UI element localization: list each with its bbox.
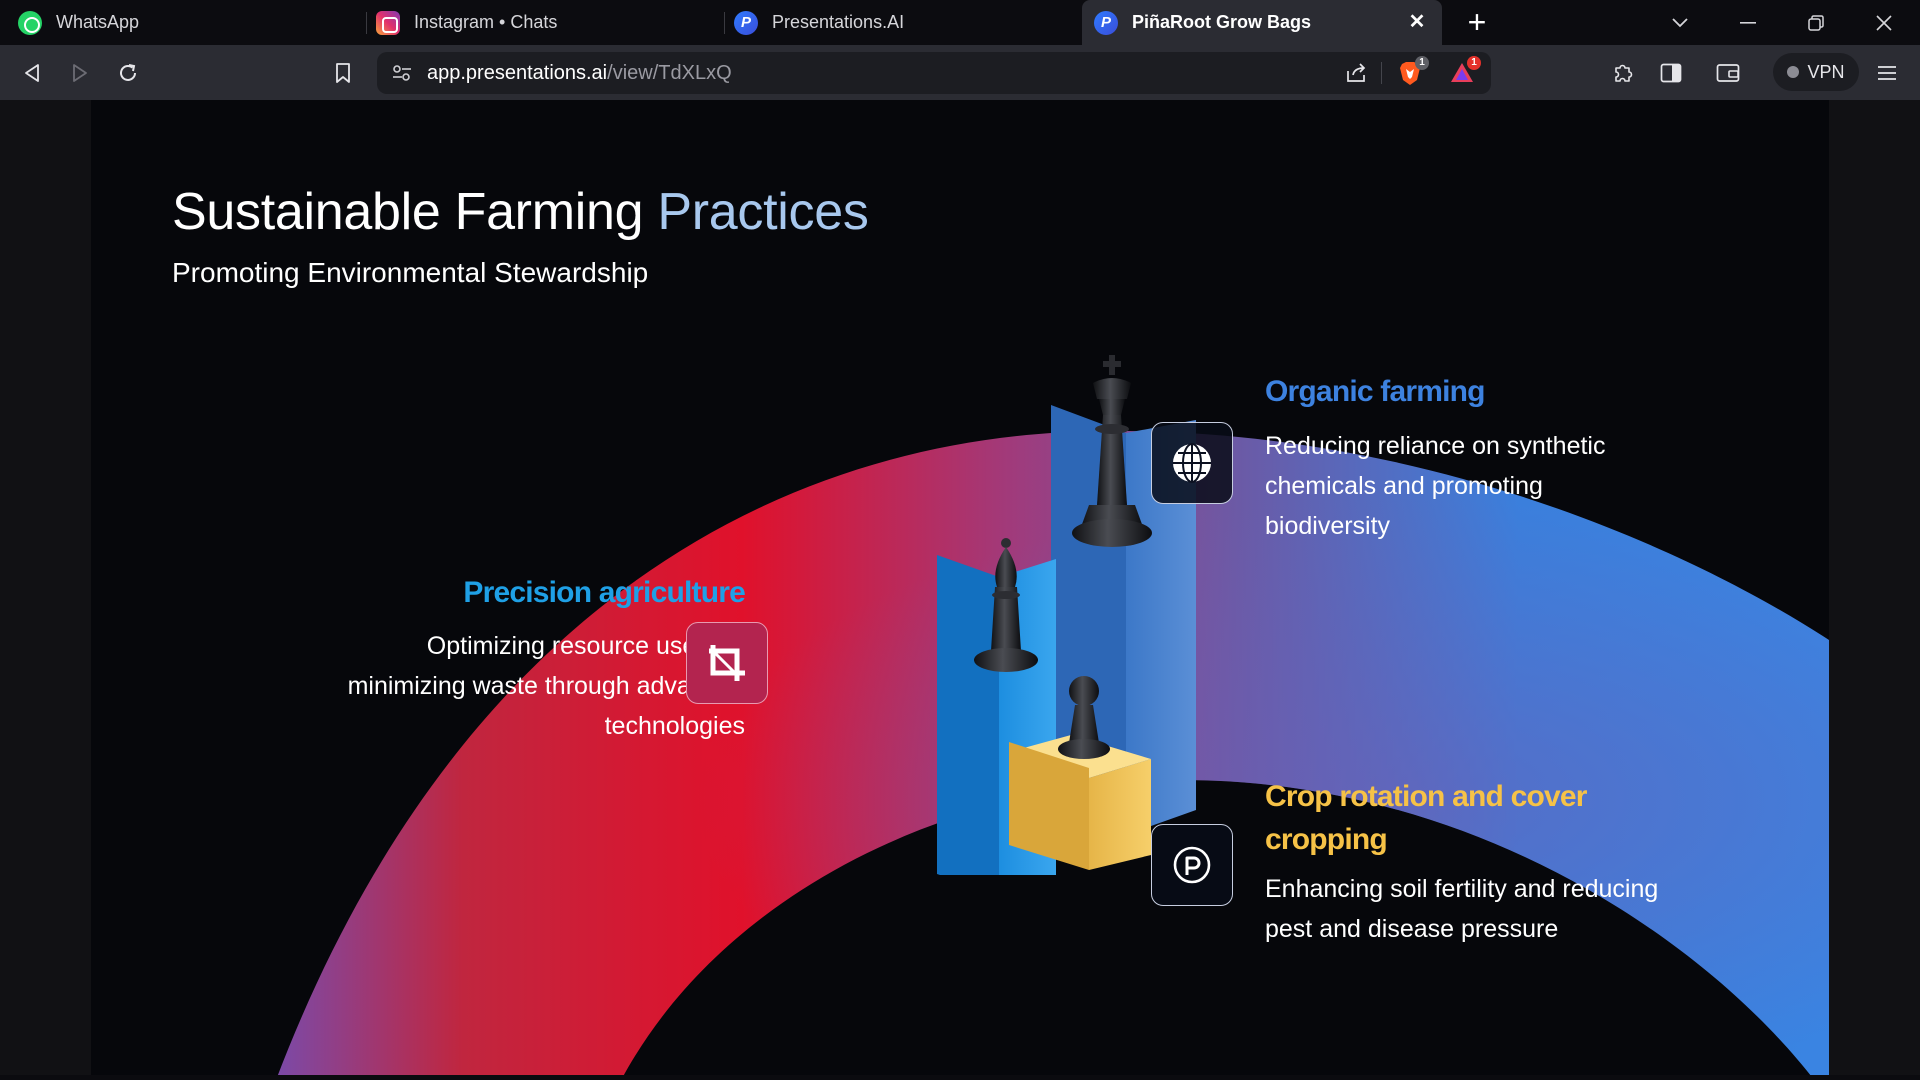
chevron-down-icon: [1672, 17, 1688, 27]
tab-label: PiñaRoot Grow Bags: [1132, 12, 1312, 32]
share-button[interactable]: [1343, 60, 1369, 86]
crop-rotation-icon-box: [1151, 824, 1233, 906]
minimize-button[interactable]: [1716, 0, 1780, 45]
instagram-icon: [376, 10, 400, 35]
tab-label: Instagram • Chats: [414, 12, 558, 32]
close-icon: [1876, 14, 1892, 31]
brave-rewards-button[interactable]: 1: [1449, 56, 1481, 86]
url-path: /view/TdXLxQ: [607, 62, 732, 84]
globe-icon: [1173, 443, 1211, 483]
tab-divider: [724, 12, 725, 34]
address-bar[interactable]: app.presentations.ai/view/TdXLxQ 1 1: [377, 52, 1491, 94]
close-window-button[interactable]: [1852, 0, 1916, 45]
forward-arrow-icon: [73, 64, 87, 82]
circle-p-icon: [1173, 846, 1211, 884]
puzzle-icon: [1615, 64, 1633, 82]
reload-icon: [120, 64, 136, 81]
bookmark-button[interactable]: [323, 53, 363, 93]
browser-toolbar: app.presentations.ai/view/TdXLxQ 1 1 VPN: [0, 45, 1920, 100]
tab-label: Presentations.AI: [772, 12, 905, 32]
vpn-label: VPN: [1807, 61, 1845, 82]
window-bottom-edge: [0, 1075, 1920, 1080]
url-host: app.presentations.ai: [427, 62, 608, 84]
minimize-icon: [1740, 21, 1756, 24]
vpn-button[interactable]: VPN: [1773, 53, 1859, 91]
organic-farming-heading: Organic farming: [1265, 375, 1486, 408]
tab-search-button[interactable]: [1648, 0, 1712, 45]
slide-title: Sustainable Farming Practices: [172, 182, 869, 242]
tab-strip: WhatsApp Instagram • Chats P Presentatio…: [0, 0, 1920, 45]
site-settings-icon[interactable]: [391, 62, 413, 84]
hamburger-menu-icon: [1878, 66, 1896, 80]
extensions-button[interactable]: [1603, 53, 1643, 93]
reload-button[interactable]: [108, 53, 148, 93]
tab-divider: [366, 12, 367, 34]
wallet-icon: [1716, 64, 1740, 82]
precision-agriculture-text: Optimizing resource use and minimizing w…: [347, 632, 745, 740]
presentations-ai-icon: P: [1094, 10, 1118, 35]
precision-agriculture-heading: Precision agriculture: [463, 576, 745, 609]
url-text: app.presentations.ai/view/TdXLxQ: [427, 62, 732, 85]
back-button[interactable]: [12, 53, 52, 93]
wallet-button[interactable]: [1708, 53, 1748, 93]
share-icon: [1347, 63, 1366, 82]
tab-label: WhatsApp: [56, 12, 140, 32]
presentations-ai-icon: P: [734, 10, 758, 35]
vpn-status-icon: [1787, 66, 1800, 78]
brave-shields-button[interactable]: 1: [1397, 56, 1429, 86]
page-viewport: Sustainable Farming Practices Promoting …: [0, 100, 1920, 1080]
restore-icon: [1808, 14, 1824, 31]
sidebar-toggle-button[interactable]: [1651, 53, 1691, 93]
shields-count-badge: 1: [1415, 56, 1429, 70]
organic-farming-icon-box: [1151, 422, 1233, 504]
crop-rotation-heading: Crop rotation and cover cropping: [1265, 780, 1587, 856]
forward-button[interactable]: [60, 53, 100, 93]
restore-button[interactable]: [1784, 0, 1848, 45]
omnibox-divider: [1381, 62, 1382, 84]
tab-presentations-ai[interactable]: P Presentations.AI: [734, 0, 1079, 45]
title-main: Sustainable Farming: [172, 183, 644, 241]
crop-rotation-text: Enhancing soil fertility and reducing pe…: [1265, 875, 1659, 943]
precision-agriculture-icon-box: [686, 622, 768, 704]
close-tab-icon[interactable]: ✕: [1406, 11, 1428, 33]
sidebar-icon: [1660, 63, 1682, 83]
back-arrow-icon: [25, 64, 39, 82]
rewards-count-badge: 1: [1467, 56, 1481, 70]
main-menu-button[interactable]: [1867, 53, 1907, 93]
tab-whatsapp[interactable]: WhatsApp: [18, 0, 363, 45]
tab-instagram[interactable]: Instagram • Chats: [376, 0, 721, 45]
tab-pinaroot-grow-bags[interactable]: P PiñaRoot Grow Bags ✕: [1082, 0, 1442, 45]
new-tab-button[interactable]: +: [1460, 6, 1494, 40]
title-accent: Practices: [657, 183, 869, 241]
bookmark-icon: [336, 63, 350, 83]
presentation-slide: Sustainable Farming Practices Promoting …: [91, 100, 1829, 1080]
whatsapp-icon: [18, 10, 42, 35]
organic-farming-text: Reducing reliance on synthetic chemicals…: [1265, 432, 1606, 540]
crop-icon: [709, 645, 745, 681]
slide-subtitle: Promoting Environmental Stewardship: [172, 257, 649, 288]
